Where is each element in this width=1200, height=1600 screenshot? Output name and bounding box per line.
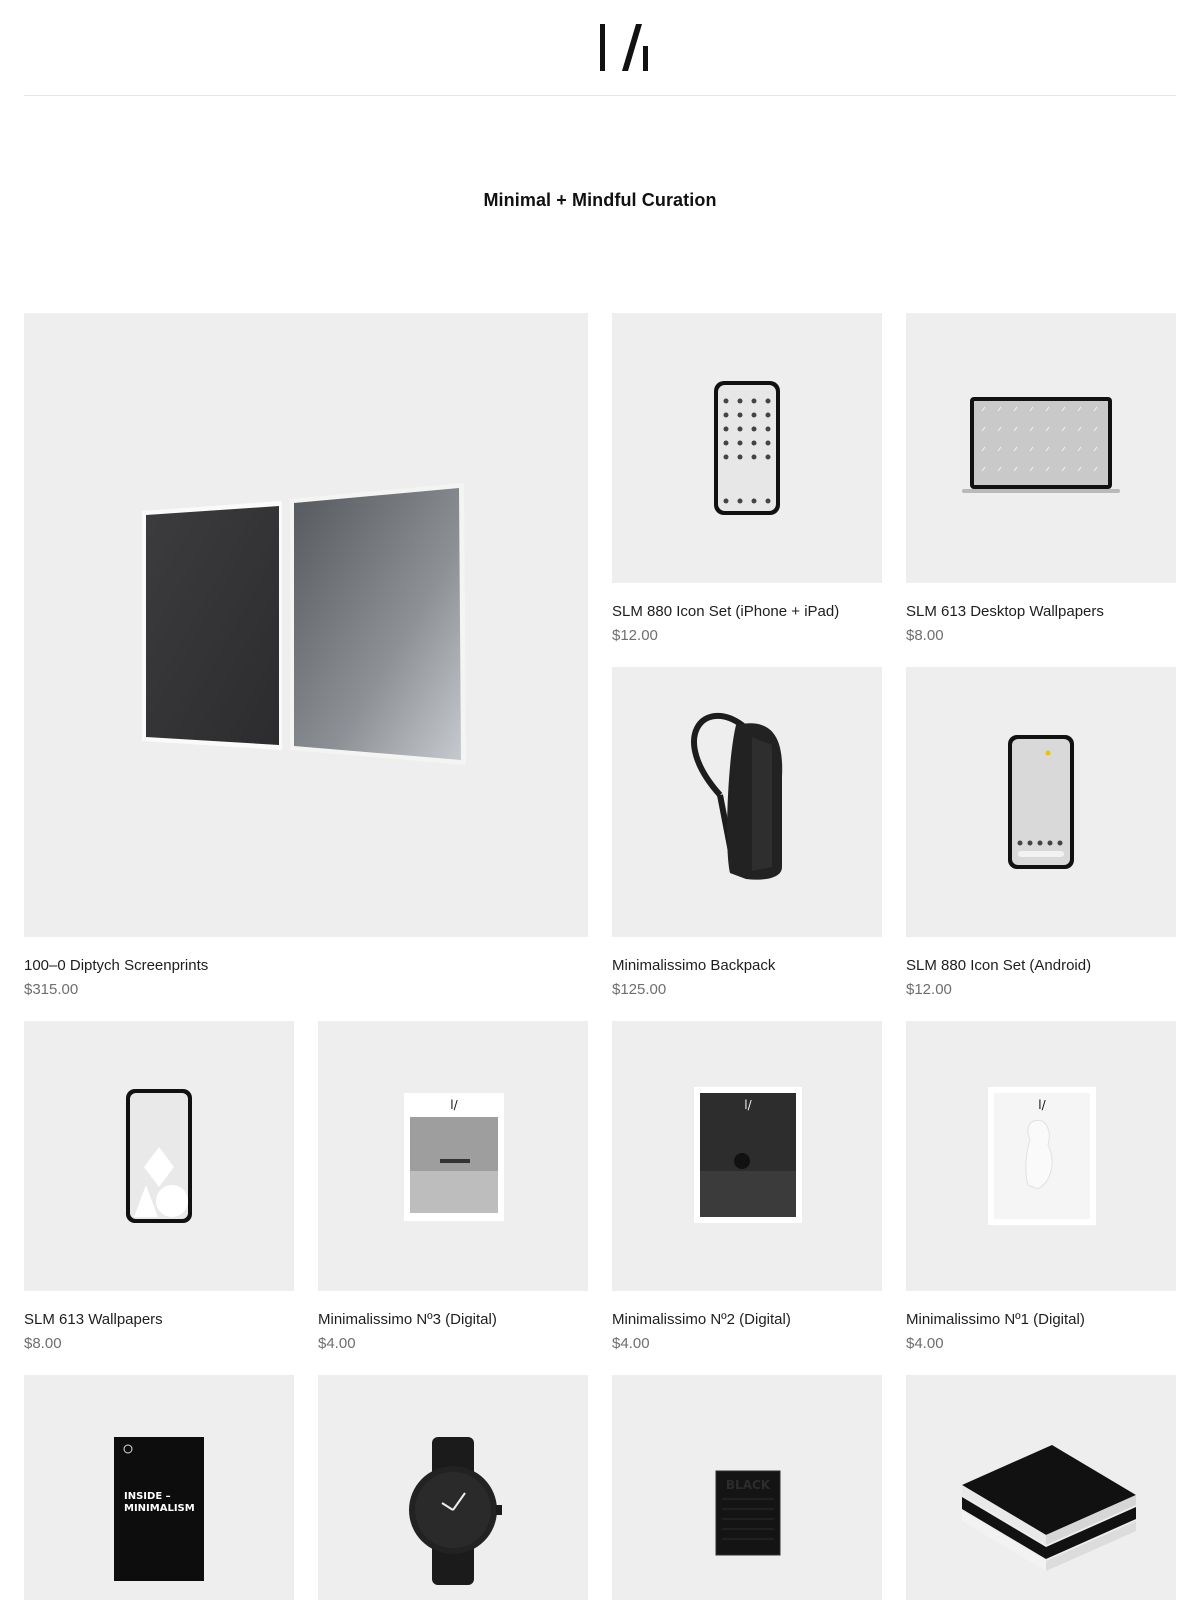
product-title[interactable]: SLM 880 Icon Set (Android) (906, 957, 1091, 974)
svg-text:l/: l/ (1038, 1098, 1046, 1112)
android-phone-icon (1008, 735, 1074, 869)
product-image-magazine-no3[interactable]: l/ (318, 1021, 588, 1291)
brand-logo[interactable] (600, 24, 648, 72)
product-price: $12.00 (612, 627, 658, 644)
product-image-magazine-no2[interactable]: l/ (612, 1021, 882, 1291)
product-price: $125.00 (612, 981, 667, 998)
product-title[interactable]: SLM 613 Wallpapers (24, 1311, 163, 1328)
product-price: $4.00 (612, 1335, 650, 1352)
product-price: $4.00 (318, 1335, 356, 1352)
product-image-laptop-wallpapers[interactable] (906, 313, 1176, 583)
magazine-icon: l/ (988, 1087, 1096, 1225)
book-cover-line2: MINIMALISM (124, 1503, 195, 1514)
product-price: $8.00 (24, 1335, 62, 1352)
iphone-icon (714, 381, 780, 515)
watch-icon (409, 1437, 502, 1585)
magazine-icon: l/ (694, 1087, 802, 1223)
site-header (24, 0, 1176, 96)
product-price: $8.00 (906, 627, 944, 644)
product-title[interactable]: Minimalissimo Nº1 (Digital) (906, 1311, 1085, 1328)
magazine-icon: l/ (404, 1093, 504, 1221)
black-book-title: BLACK (726, 1478, 771, 1492)
svg-text:l/: l/ (744, 1098, 752, 1112)
product-image-book-stack[interactable] (906, 1375, 1176, 1600)
product-price: $4.00 (906, 1335, 944, 1352)
product-image-inside-minimalism-book[interactable]: INSIDE – MINIMALISM (24, 1375, 294, 1600)
svg-text:l/: l/ (450, 1098, 458, 1112)
product-title[interactable]: 100–0 Diptych Screenprints (24, 957, 208, 974)
logo-mark-icon (600, 24, 648, 71)
product-price: $315.00 (24, 981, 79, 998)
product-image-diptych[interactable] (24, 313, 588, 937)
product-image-black-book[interactable]: BLACK (612, 1375, 882, 1600)
product-title[interactable]: Minimalissimo Backpack (612, 957, 775, 974)
product-title[interactable]: SLM 613 Desktop Wallpapers (906, 603, 1104, 620)
product-title[interactable]: SLM 880 Icon Set (iPhone + iPad) (612, 603, 839, 620)
laptop-icon (962, 397, 1120, 493)
product-image-android-phone[interactable] (906, 667, 1176, 937)
book-stack-icon (962, 1445, 1136, 1571)
phone-wallpaper-icon (126, 1089, 192, 1223)
book-cover-line1: INSIDE – (124, 1491, 171, 1502)
backpack-icon (691, 712, 783, 880)
product-price: $12.00 (906, 981, 952, 998)
diptych-screenprints-icon (142, 483, 466, 765)
book-icon: INSIDE – MINIMALISM (114, 1437, 204, 1581)
product-title[interactable]: Minimalissimo Nº2 (Digital) (612, 1311, 791, 1328)
product-image-iphone-icon-set[interactable] (612, 313, 882, 583)
black-book-icon: BLACK (715, 1470, 781, 1556)
page-tagline: Minimal + Mindful Curation (483, 190, 717, 210)
product-image-phone-wallpaper[interactable] (24, 1021, 294, 1291)
product-image-black-watch[interactable] (318, 1375, 588, 1600)
product-image-magazine-no1[interactable]: l/ (906, 1021, 1176, 1291)
product-image-backpack[interactable] (612, 667, 882, 937)
product-title[interactable]: Minimalissimo Nº3 (Digital) (318, 1311, 497, 1328)
